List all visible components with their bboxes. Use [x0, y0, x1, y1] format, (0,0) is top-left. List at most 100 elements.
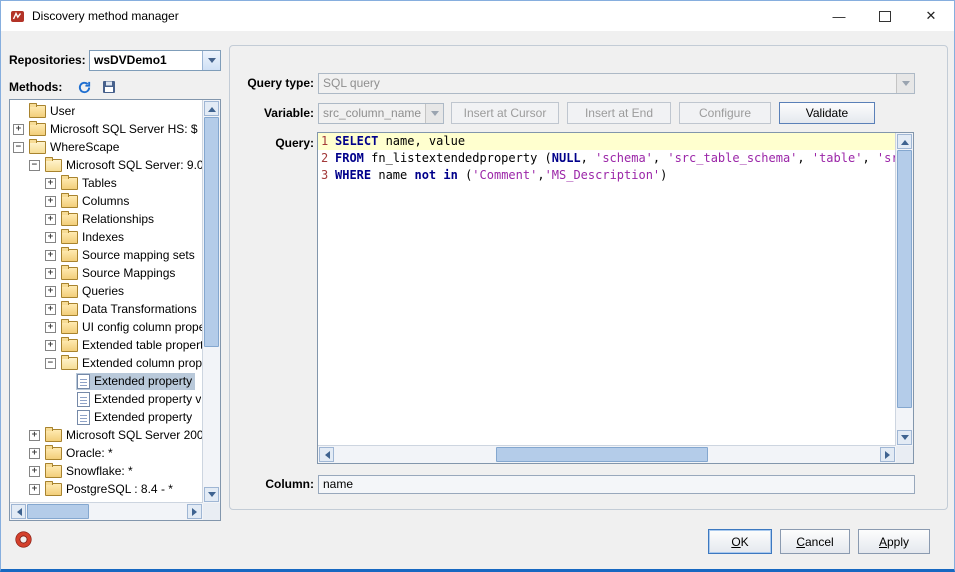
tree-item[interactable]: +Relationships	[10, 210, 203, 228]
repositories-label: Repositories:	[9, 53, 89, 67]
tree-item[interactable]: + PostgreSQL : 8.4 - *	[10, 480, 203, 498]
expand-icon[interactable]: +	[45, 196, 56, 207]
tree-item[interactable]: −Microsoft SQL Server: 9.0 -	[10, 156, 203, 174]
folder-icon	[61, 213, 78, 226]
maximize-button[interactable]	[862, 1, 908, 31]
insert-at-cursor-button[interactable]: Insert at Cursor	[451, 102, 559, 124]
expand-icon[interactable]: +	[45, 304, 56, 315]
ok-button[interactable]: OK	[708, 529, 772, 554]
tree-item[interactable]: −Extended column prop	[10, 354, 203, 372]
folder-icon	[29, 105, 46, 118]
button-label: OK	[731, 535, 748, 549]
scrollbar-thumb[interactable]	[496, 447, 708, 462]
code-token: name	[371, 168, 414, 182]
button-label: Cancel	[796, 535, 833, 549]
expand-icon[interactable]: +	[45, 214, 56, 225]
tree-item[interactable]: +Extended table propert	[10, 336, 203, 354]
close-icon: ✕	[926, 8, 937, 24]
tree-item-content: Extended property	[76, 409, 195, 426]
expand-icon[interactable]: +	[29, 448, 40, 459]
expand-icon[interactable]: +	[45, 286, 56, 297]
query-type-combobox[interactable]: SQL query	[318, 73, 915, 94]
tree-item-content: PostgreSQL : 8.4 - *	[44, 481, 176, 497]
variable-value: src_column_name	[319, 106, 425, 120]
tree-item-content: Source Mappings	[60, 265, 178, 281]
minimize-icon: —	[833, 9, 846, 24]
tree-item-content: Source mapping sets	[60, 247, 198, 263]
insert-at-end-button[interactable]: Insert at End	[567, 102, 671, 124]
scroll-left-button[interactable]	[11, 504, 26, 519]
combo-dropdown-button[interactable]	[202, 51, 220, 70]
tree-item-label: User	[50, 104, 75, 118]
tree-item[interactable]: +Microsoft SQL Server 2000	[10, 426, 203, 444]
chevron-down-icon	[902, 81, 910, 90]
close-button[interactable]: ✕	[908, 1, 954, 31]
expand-icon[interactable]: +	[45, 322, 56, 333]
tree-item[interactable]: + Source mapping sets	[10, 246, 203, 264]
expand-icon[interactable]: +	[13, 124, 24, 135]
tree-item[interactable]: Extended property v	[10, 390, 203, 408]
tree-item[interactable]: Extended property	[10, 372, 203, 390]
expand-icon[interactable]: +	[45, 340, 56, 351]
scrollbar-thumb[interactable]	[897, 150, 912, 408]
save-methods-button[interactable]	[102, 80, 116, 94]
scroll-down-button[interactable]	[204, 487, 219, 502]
tree-item[interactable]: + Source Mappings	[10, 264, 203, 282]
tree-item[interactable]: + Columns	[10, 192, 203, 210]
variable-combobox[interactable]: src_column_name	[318, 103, 444, 124]
tree-item[interactable]: +Microsoft SQL Server HS: $	[10, 120, 203, 138]
code-token: ,	[862, 151, 876, 165]
repository-combobox[interactable]: wsDVDemo1	[89, 50, 221, 71]
minimize-button[interactable]: —	[816, 1, 862, 31]
refresh-methods-button[interactable]	[77, 80, 92, 95]
tree-item-label: Data Transformations	[82, 302, 197, 316]
tree-item-label: Oracle: *	[66, 446, 113, 460]
scroll-right-button[interactable]	[187, 504, 202, 519]
collapse-icon[interactable]: −	[13, 142, 24, 153]
expand-icon[interactable]: +	[29, 430, 40, 441]
combo-dropdown-button[interactable]	[896, 74, 914, 93]
scroll-up-button[interactable]	[204, 101, 219, 116]
scroll-left-button[interactable]	[319, 447, 334, 462]
collapse-icon[interactable]: −	[45, 358, 56, 369]
apply-button[interactable]: Apply	[858, 529, 930, 554]
tree-item[interactable]: + Queries	[10, 282, 203, 300]
tree-item[interactable]: + UI config column prope	[10, 318, 203, 336]
tree-item[interactable]: + Oracle: *	[10, 444, 203, 462]
chevron-down-icon	[208, 58, 216, 67]
scroll-right-button[interactable]	[880, 447, 895, 462]
cancel-button[interactable]: Cancel	[780, 529, 850, 554]
tree-item-label: Columns	[82, 194, 129, 208]
method-tree: User +Microsoft SQL Server HS: $−WhereSca…	[9, 99, 221, 521]
method-tree-view[interactable]: User +Microsoft SQL Server HS: $−WhereSca…	[10, 100, 203, 503]
tree-item[interactable]: +Tables	[10, 174, 203, 192]
collapse-icon[interactable]: −	[29, 160, 40, 171]
expand-icon[interactable]: +	[45, 268, 56, 279]
scrollbar-thumb[interactable]	[27, 504, 89, 519]
expand-icon[interactable]: +	[29, 466, 40, 477]
tree-item[interactable]: +Indexes	[10, 228, 203, 246]
tree-item[interactable]: −WhereScape	[10, 138, 203, 156]
scroll-up-button[interactable]	[897, 134, 912, 149]
tree-item[interactable]: Extended property	[10, 408, 203, 426]
expand-icon[interactable]: +	[29, 484, 40, 495]
scrollbar-thumb[interactable]	[204, 117, 219, 347]
window-title: Discovery method manager	[32, 9, 179, 23]
tree-item-content: UI config column prope	[60, 319, 203, 335]
line-number: 2	[321, 150, 329, 167]
tree-item[interactable]: +Snowflake: *	[10, 462, 203, 480]
column-field[interactable]: name	[318, 475, 915, 494]
configure-button[interactable]: Configure	[679, 102, 771, 124]
combo-dropdown-button[interactable]	[425, 104, 443, 123]
tree-item-label: Queries	[82, 284, 124, 298]
tree-item[interactable]: User	[10, 102, 203, 120]
expand-icon[interactable]: +	[45, 232, 56, 243]
scroll-down-button[interactable]	[897, 430, 912, 445]
expand-icon[interactable]: +	[45, 250, 56, 261]
validate-button[interactable]: Validate	[779, 102, 875, 124]
code-token: 'schema'	[595, 151, 653, 165]
expand-icon[interactable]: +	[45, 178, 56, 189]
tree-item[interactable]: + Data Transformations	[10, 300, 203, 318]
chevron-down-icon	[431, 111, 439, 120]
query-editor-view[interactable]: 1SELECT name, value2FROM fn_listextended…	[318, 133, 896, 446]
